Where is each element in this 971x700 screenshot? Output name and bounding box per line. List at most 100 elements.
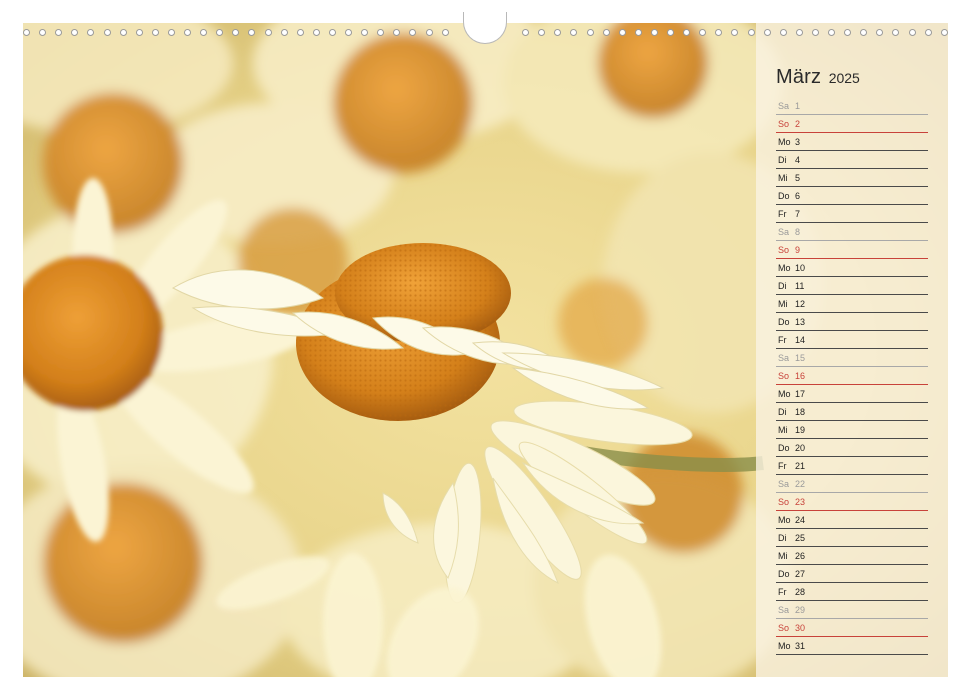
day-row: So 2: [776, 115, 928, 133]
binding-hole: [683, 29, 691, 36]
day-row: Mi 12: [776, 295, 928, 313]
binding-hole: [280, 29, 288, 36]
binding-hole: [184, 29, 191, 36]
day-row: Mi 19: [776, 421, 928, 439]
binding-hole: [167, 29, 175, 36]
binding-hole: [618, 29, 626, 36]
day-number: 6: [795, 191, 801, 201]
day-row: So 9: [776, 241, 928, 259]
binding-hole: [554, 29, 562, 36]
binding-hole: [425, 29, 433, 36]
day-number: 5: [795, 173, 801, 183]
binding-hole: [135, 29, 143, 36]
day-row: Di 11: [776, 277, 928, 295]
binding-hole: [811, 29, 819, 36]
day-row: So 16: [776, 367, 928, 385]
binding-hole: [248, 29, 256, 36]
binding-hole: [103, 29, 111, 36]
day-row: Do 20: [776, 439, 928, 457]
day-row: Do 27: [776, 565, 928, 583]
day-number: 25: [795, 533, 806, 543]
day-row: Fr 21: [776, 457, 928, 475]
day-number: 13: [795, 317, 806, 327]
binding-hole: [328, 29, 336, 36]
day-number: 1: [795, 101, 801, 111]
day-number: 7: [795, 209, 801, 219]
binding-hole: [23, 29, 30, 36]
day-number: 28: [795, 587, 806, 597]
binding-hole: [892, 29, 900, 36]
binding-hole: [87, 29, 95, 36]
day-number: 14: [795, 335, 806, 345]
day-row: So 23: [776, 493, 928, 511]
day-number: 10: [795, 263, 806, 273]
day-row: Fr 28: [776, 583, 928, 601]
day-number: 3: [795, 137, 801, 147]
day-number: 11: [795, 281, 805, 291]
binding-hole: [795, 29, 803, 36]
binding-hole: [715, 29, 723, 36]
binding-hole: [763, 29, 771, 36]
binding-hole: [39, 29, 47, 36]
binding-hole: [55, 29, 63, 36]
binding-hole: [908, 29, 916, 36]
day-row: Do 13: [776, 313, 928, 331]
binding-hole: [876, 29, 884, 36]
day-row: Di 25: [776, 529, 928, 547]
binding-hole: [779, 29, 787, 36]
day-number: 20: [795, 443, 806, 453]
day-number: 31: [795, 641, 806, 651]
day-number: 17: [795, 389, 806, 399]
day-row: Mi 5: [776, 169, 928, 187]
binding-hole: [232, 29, 240, 36]
month-name: März: [776, 66, 822, 88]
binding-hole: [200, 29, 208, 36]
day-row: Di 4: [776, 151, 928, 169]
day-row: Sa 15: [776, 349, 928, 367]
binding-hole: [264, 29, 272, 36]
day-row: Di 18: [776, 403, 928, 421]
day-number: 23: [795, 497, 806, 507]
day-number: 24: [795, 515, 806, 525]
binding-hole: [924, 29, 932, 36]
binding-hole: [216, 29, 224, 36]
calendar-page: März 2025 Sa 1 So 2 Mo 3 Di 4 Mi 5 Do 6 Fr 7 Sa 8 So 9 Mo 1…: [0, 0, 971, 700]
month-header: März 2025: [776, 66, 860, 89]
day-row: Fr 7: [776, 205, 928, 223]
binding-hole: [586, 29, 594, 36]
day-row: Mo 17: [776, 385, 928, 403]
day-row: Fr 14: [776, 331, 928, 349]
day-number: 2: [795, 119, 801, 129]
binding-hole: [538, 29, 546, 36]
binding-hole: [71, 29, 79, 36]
binding-hole: [345, 29, 352, 36]
binding-hole: [634, 29, 642, 36]
day-row: Mo 31: [776, 637, 928, 655]
day-number: 26: [795, 551, 806, 561]
day-row: Sa 1: [776, 97, 928, 115]
day-number: 8: [795, 227, 801, 237]
binding-hole: [151, 29, 159, 36]
binding-hole: [747, 29, 755, 36]
binding-hole: [312, 29, 320, 36]
day-row: Do 6: [776, 187, 928, 205]
binding-hole: [409, 29, 417, 36]
day-number: 18: [795, 407, 806, 417]
day-list: Sa 1 So 2 Mo 3 Di 4 Mi 5 Do 6 Fr 7 Sa 8 So 9 Mo 10 Di 11 Mi 12 D…: [776, 97, 928, 655]
day-number: 30: [795, 623, 806, 633]
day-row: So 30: [776, 619, 928, 637]
day-number: 19: [795, 425, 806, 435]
day-row: Mi 26: [776, 547, 928, 565]
day-row: Mo 3: [776, 133, 928, 151]
binding-hole: [119, 29, 127, 36]
binding-hole: [522, 29, 530, 36]
day-row: Mo 10: [776, 259, 928, 277]
day-row: Sa 22: [776, 475, 928, 493]
binding-hole: [296, 29, 304, 36]
day-number: 4: [795, 155, 801, 165]
binding-hole: [828, 29, 835, 36]
day-number: 15: [795, 353, 806, 363]
binding-hole: [731, 29, 739, 36]
day-number: 27: [795, 569, 806, 579]
day-number: 16: [795, 371, 806, 381]
